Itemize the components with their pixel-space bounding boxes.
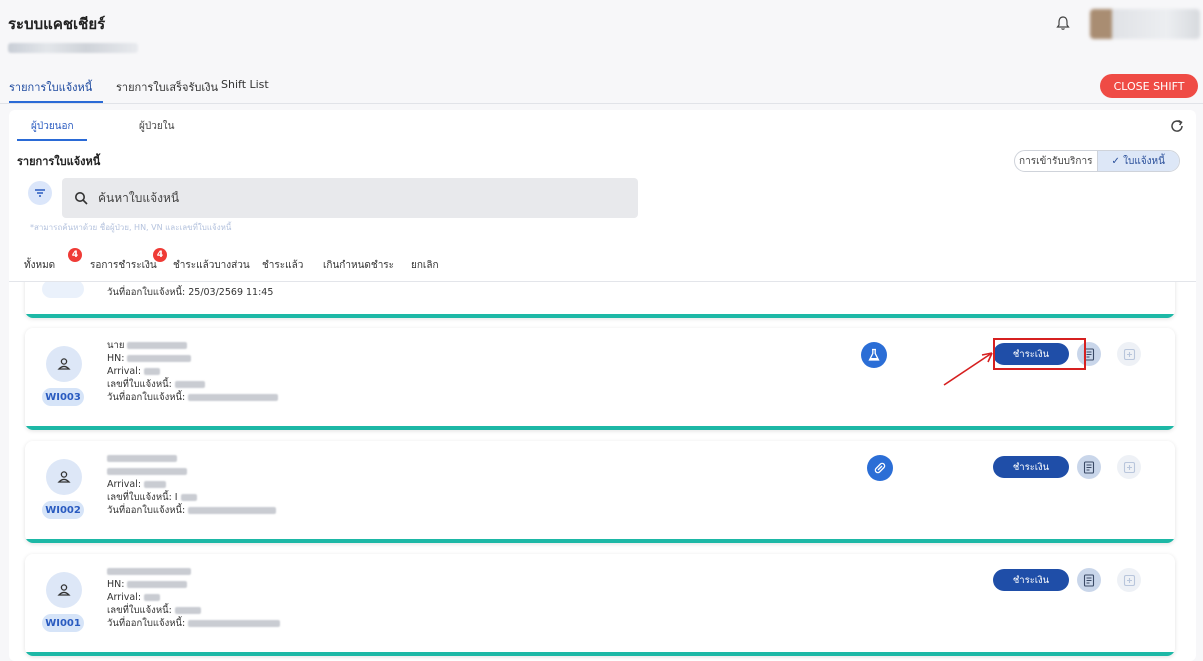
invoice-code-badge: WI003 (42, 388, 84, 406)
annotation-arrow-icon (943, 352, 993, 386)
patient-avatar (46, 459, 82, 495)
count-badge: 4 (153, 248, 167, 262)
invoice-card: วันที่ออกใบแจ้งหนี้: 25/03/2569 11:45 (25, 282, 1175, 318)
hn-label: HN: (107, 579, 125, 590)
patient-info: นาย HN: Arrival: เลขที่ใบแจ้งหนี้: วันที… (107, 339, 279, 404)
pay-button[interactable]: ชำระเงิน (993, 456, 1069, 478)
status-tab-overdue[interactable]: เกินกำหนดชำระ (323, 258, 394, 273)
person-icon (57, 584, 71, 596)
user-subtitle (8, 43, 138, 53)
patient-type-tabs: ผู้ป่วยนอก ผู้ป่วยใน (9, 110, 1196, 141)
receipt-icon (1083, 573, 1094, 587)
status-bar (25, 539, 1175, 543)
invoice-no-label: เลขที่ใบแจ้งหนี้: I (107, 492, 178, 503)
patient-prefix: นาย (107, 340, 125, 351)
filter-icon (35, 189, 45, 197)
status-tab-label: รอการชำระเงิน (90, 260, 157, 271)
patient-avatar (46, 346, 82, 382)
status-bar (25, 652, 1175, 656)
search-icon (75, 192, 88, 205)
hn-label: HN: (107, 353, 125, 364)
flask-icon (868, 348, 880, 361)
invoice-code-badge: WI001 (42, 614, 84, 632)
main-tabs: รายการใบแจ้งหนี้ รายการใบเสร็จรับเงิน Sh… (0, 72, 1203, 104)
count-badge: 4 (68, 248, 82, 262)
status-tab-pending[interactable]: รอการชำระเงิน 4 (90, 248, 167, 273)
invoice-panel: ผู้ป่วยนอก ผู้ป่วยใน รายการใบแจ้งหนี้ กา… (9, 110, 1196, 661)
add-doc-icon (1123, 348, 1135, 360)
invoice-no-label: เลขที่ใบแจ้งหนี้: (107, 379, 172, 390)
tab-outpatient[interactable]: ผู้ป่วยนอก (31, 119, 74, 134)
patient-info: HN: Arrival: เลขที่ใบแจ้งหนี้: วันที่ออก… (107, 565, 281, 630)
search-input[interactable] (98, 191, 598, 205)
invoice-no-label: เลขที่ใบแจ้งหนี้: (107, 605, 172, 616)
sub-tab-indicator (17, 139, 87, 141)
add-item-button[interactable] (1117, 342, 1141, 366)
pay-button[interactable]: ชำระเงิน (993, 569, 1069, 591)
search-box (62, 178, 638, 218)
invoice-card: WI002 Arrival: เลขที่ใบแจ้งหนี้: I วันที… (25, 441, 1175, 543)
invoice-code-badge (42, 282, 84, 298)
status-bar (25, 314, 1175, 318)
status-tab-label: ทั้งหมด (24, 260, 56, 271)
filter-button[interactable] (28, 181, 52, 205)
add-item-button[interactable] (1117, 455, 1141, 479)
status-bar (25, 426, 1175, 430)
receipt-button[interactable] (1077, 455, 1101, 479)
person-icon (57, 358, 71, 370)
tab-inpatient[interactable]: ผู้ป่วยใน (139, 119, 174, 134)
invoice-date: วันที่ออกใบแจ้งหนี้: 25/03/2569 11:45 (107, 287, 274, 298)
receipt-button[interactable] (1077, 568, 1101, 592)
status-tabs: ทั้งหมด 4 รอการชำระเงิน 4 ชำระแล้วบางส่ว… (9, 248, 1196, 282)
status-tab-partial[interactable]: ชำระแล้วบางส่วน (173, 258, 250, 273)
arrival-label: Arrival: (107, 592, 142, 603)
patient-info: Arrival: เลขที่ใบแจ้งหนี้: I วันที่ออกใบ… (107, 452, 277, 517)
add-doc-icon (1123, 461, 1135, 473)
cashier-app: ระบบแคชเชียร์ รายการใบแจ้งหนี้ รายการใบเ… (0, 0, 1203, 661)
person-icon (57, 471, 71, 483)
tab-receipts[interactable]: รายการใบเสร็จรับเงิน (116, 78, 218, 96)
status-tab-cancelled[interactable]: ยกเลิก (411, 258, 439, 273)
arrival-label: Arrival: (107, 479, 142, 490)
active-tab-indicator (9, 101, 103, 103)
add-doc-icon (1123, 574, 1135, 586)
refresh-icon[interactable] (1169, 118, 1185, 134)
tab-shift-list[interactable]: Shift List (221, 78, 269, 91)
invoice-date-label: วันที่ออกใบแจ้งหนี้: (107, 392, 186, 403)
bell-icon[interactable] (1055, 15, 1071, 31)
close-shift-button[interactable]: CLOSE SHIFT (1100, 74, 1198, 98)
tab-invoices[interactable]: รายการใบแจ้งหนี้ (9, 78, 92, 96)
user-avatar[interactable] (1090, 9, 1200, 39)
status-tab-all[interactable]: ทั้งหมด 4 (24, 248, 82, 273)
pay-button-highlight (993, 338, 1086, 370)
invoice-date-label: วันที่ออกใบแจ้งหนี้: (107, 505, 186, 516)
arrival-label: Arrival: (107, 366, 142, 377)
pill-icon (874, 462, 886, 474)
section-title: รายการใบแจ้งหนี้ (17, 155, 101, 168)
patient-avatar (46, 572, 82, 608)
lab-type-icon (861, 342, 887, 368)
add-item-button[interactable] (1117, 568, 1141, 592)
invoice-card: WI001 HN: Arrival: เลขที่ใบแจ้งหนี้: วัน… (25, 554, 1175, 656)
status-tab-paid[interactable]: ชำระแล้ว (262, 258, 303, 273)
toggle-invoices[interactable]: ✓ ใบแจ้งหนี้ (1096, 151, 1179, 171)
view-toggle: การเข้ารับบริการ ✓ ใบแจ้งหนี้ (1014, 150, 1180, 172)
drug-type-icon (867, 455, 893, 481)
invoice-code-badge: WI002 (42, 501, 84, 519)
receipt-icon (1083, 460, 1094, 474)
toggle-service-visits[interactable]: การเข้ารับบริการ (1015, 151, 1097, 171)
search-hint: *สามารถค้นหาด้วย ชื่อผู้ป่วย, HN, VN และ… (30, 223, 232, 232)
app-title: ระบบแคชเชียร์ (8, 15, 106, 33)
invoice-date-label: วันที่ออกใบแจ้งหนี้: (107, 618, 186, 629)
